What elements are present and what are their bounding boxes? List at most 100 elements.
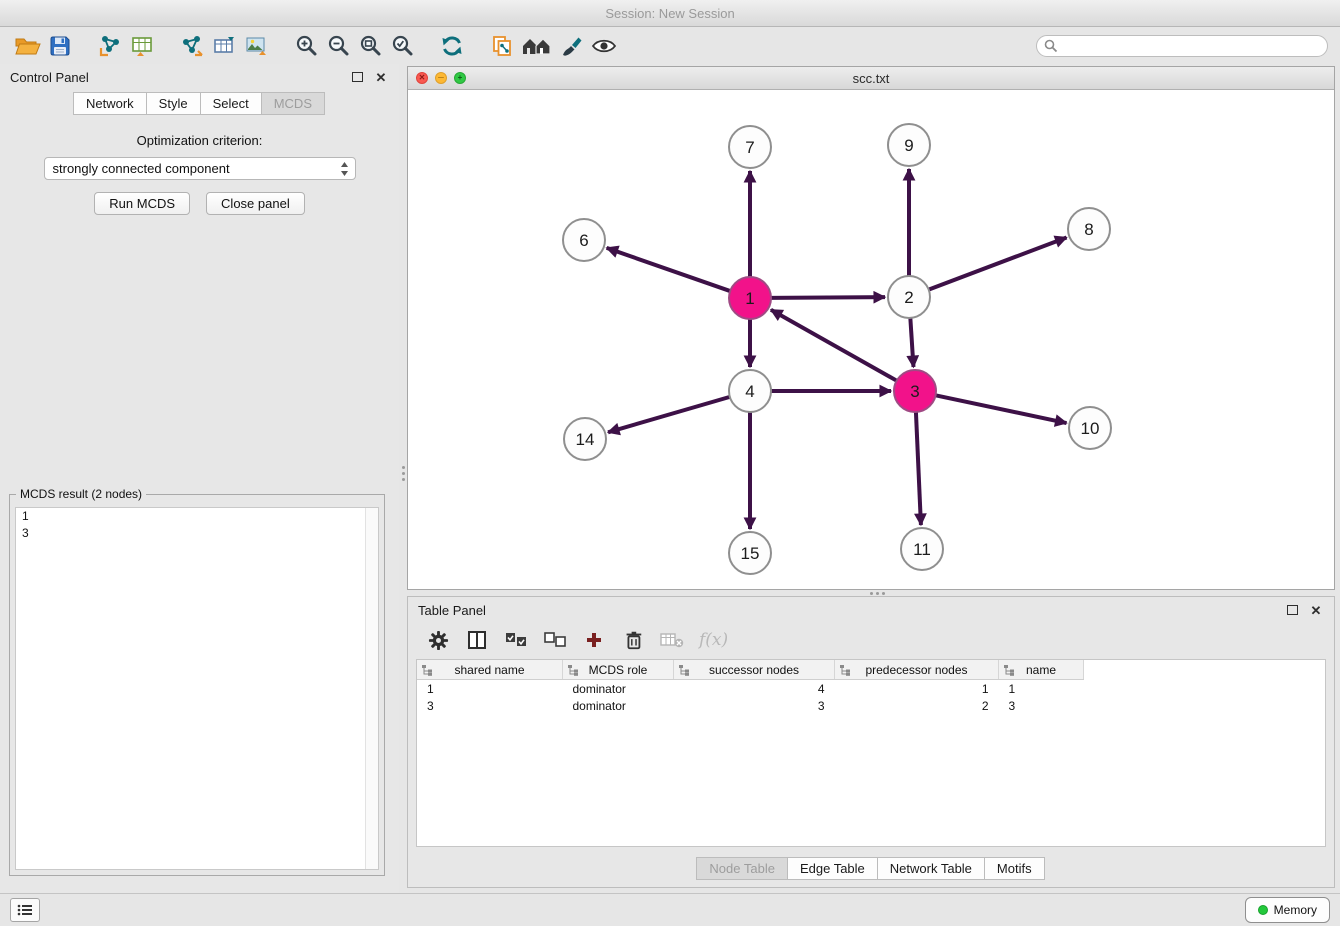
table-cell[interactable]: 3 (999, 697, 1084, 714)
float-panel-button[interactable] (349, 69, 365, 85)
table-row[interactable]: 1dominator411 (417, 680, 1325, 698)
attribute-type-icon (421, 664, 433, 676)
graph-edge-3-10[interactable] (936, 395, 1067, 423)
function-builder-button-disabled[interactable]: f(x) (699, 628, 728, 652)
graph-edge-2-8[interactable] (929, 237, 1067, 289)
graph-edge-4-14[interactable] (608, 397, 730, 432)
import-network-icon (98, 34, 122, 58)
table-cell[interactable]: 3 (674, 697, 835, 714)
mcds-result-list[interactable]: 13 (15, 507, 379, 870)
graph-node-label: 4 (745, 382, 754, 401)
vertical-splitter[interactable] (399, 64, 407, 893)
table-cell[interactable]: 2 (835, 697, 999, 714)
table-cell[interactable]: 1 (835, 680, 999, 698)
mcds-result-title: MCDS result (2 nodes) (16, 487, 146, 501)
zoom-selected-button[interactable] (386, 31, 418, 61)
maximize-window-button[interactable]: + (454, 72, 466, 84)
table-cell[interactable]: dominator (563, 680, 674, 698)
open-file-button[interactable] (12, 31, 44, 61)
mcds-result-groupbox: MCDS result (2 nodes) 13 (9, 494, 385, 876)
graph-node-label: 9 (904, 136, 913, 155)
tab-network[interactable]: Network (73, 92, 147, 115)
show-columns-button[interactable] (465, 628, 489, 652)
table-cell[interactable]: 4 (674, 680, 835, 698)
list-scrollbar[interactable] (365, 508, 378, 869)
network-canvas[interactable]: 7968124314101511 (408, 89, 1334, 589)
graph-edge-1-6[interactable] (607, 248, 731, 291)
import-table-icon (130, 34, 154, 58)
apply-layout-button[interactable] (436, 31, 468, 61)
gear-icon (428, 630, 449, 651)
mcds-panel: Optimization criterion: strongly connect… (0, 115, 399, 215)
close-table-panel-button[interactable]: ✕ (1308, 602, 1324, 618)
table-cell[interactable]: 1 (417, 680, 563, 698)
delete-table-button-disabled[interactable] (660, 628, 684, 652)
zoom-fit-button[interactable] (354, 31, 386, 61)
import-network-button[interactable] (94, 31, 126, 61)
table-cell[interactable]: 1 (999, 680, 1084, 698)
application-window: Session: New Session (0, 0, 1340, 926)
tab-network-table[interactable]: Network Table (877, 857, 985, 880)
memory-button[interactable]: Memory (1245, 897, 1330, 923)
column-header-empty (1084, 660, 1326, 680)
splitter-grip-icon (402, 466, 405, 469)
export-network-button[interactable] (176, 31, 208, 61)
deselect-all-columns-button[interactable] (543, 628, 567, 652)
run-mcds-button[interactable]: Run MCDS (94, 192, 190, 215)
export-table-button[interactable] (208, 31, 240, 61)
attribute-type-icon (567, 664, 579, 676)
close-window-button[interactable]: ✕ (416, 72, 428, 84)
show-graphics-button[interactable] (588, 31, 620, 61)
minimize-window-button[interactable]: ─ (435, 72, 447, 84)
graph-edge-2-3[interactable] (910, 318, 913, 367)
float-table-panel-button[interactable] (1284, 602, 1300, 618)
column-header-predecessor-nodes[interactable]: predecessor nodes (835, 660, 999, 680)
mcds-result-item[interactable]: 1 (16, 508, 378, 525)
column-header-MCDS-role[interactable]: MCDS role (563, 660, 674, 680)
table-row[interactable]: 3dominator323 (417, 697, 1325, 714)
graph-edge-3-1[interactable] (771, 310, 897, 381)
copy-network-icon (490, 34, 514, 58)
close-panel-button[interactable]: ✕ (373, 69, 389, 85)
list-icon (17, 904, 33, 916)
copy-network-button[interactable] (486, 31, 518, 61)
table-cell[interactable]: 3 (417, 697, 563, 714)
optimization-criterion-label: Optimization criterion: (0, 133, 399, 148)
mcds-result-item[interactable]: 3 (16, 525, 378, 542)
zoom-out-button[interactable] (322, 31, 354, 61)
export-image-button[interactable] (240, 31, 272, 61)
tab-select[interactable]: Select (200, 92, 262, 115)
select-all-columns-button[interactable] (504, 628, 528, 652)
column-header-shared-name[interactable]: shared name (417, 660, 563, 680)
save-floppy-icon (48, 34, 72, 58)
export-image-icon (244, 34, 268, 58)
tab-node-table[interactable]: Node Table (696, 857, 788, 880)
search-input[interactable] (1036, 35, 1328, 57)
window-titlebar: Session: New Session (0, 0, 1340, 27)
attribute-type-icon (678, 664, 690, 676)
criterion-dropdown[interactable]: strongly connected component (44, 157, 356, 180)
zoom-in-button[interactable] (290, 31, 322, 61)
tab-motifs[interactable]: Motifs (984, 857, 1045, 880)
first-neighbors-button[interactable] (518, 31, 556, 61)
tab-style[interactable]: Style (146, 92, 201, 115)
apply-style-button[interactable] (556, 31, 588, 61)
table-cell[interactable]: dominator (563, 697, 674, 714)
graph-edge-1-2[interactable] (771, 297, 885, 298)
import-table-button[interactable] (126, 31, 158, 61)
tab-edge-table[interactable]: Edge Table (787, 857, 878, 880)
close-mcds-panel-button[interactable]: Close panel (206, 192, 305, 215)
save-session-button[interactable] (44, 31, 76, 61)
create-column-button[interactable] (582, 628, 606, 652)
graph-edge-3-11[interactable] (916, 412, 921, 525)
column-header-name[interactable]: name (999, 660, 1084, 680)
tab-mcds[interactable]: MCDS (261, 92, 325, 115)
dropdown-arrows-icon (340, 161, 349, 180)
show-panels-button[interactable] (10, 898, 40, 922)
search-field (1036, 35, 1328, 57)
table-settings-button[interactable] (426, 628, 450, 652)
network-window-titlebar[interactable]: ✕ ─ + scc.txt (408, 67, 1334, 90)
graph-node-label: 11 (913, 540, 931, 559)
column-header-successor-nodes[interactable]: successor nodes (674, 660, 835, 680)
delete-column-button[interactable] (621, 628, 645, 652)
